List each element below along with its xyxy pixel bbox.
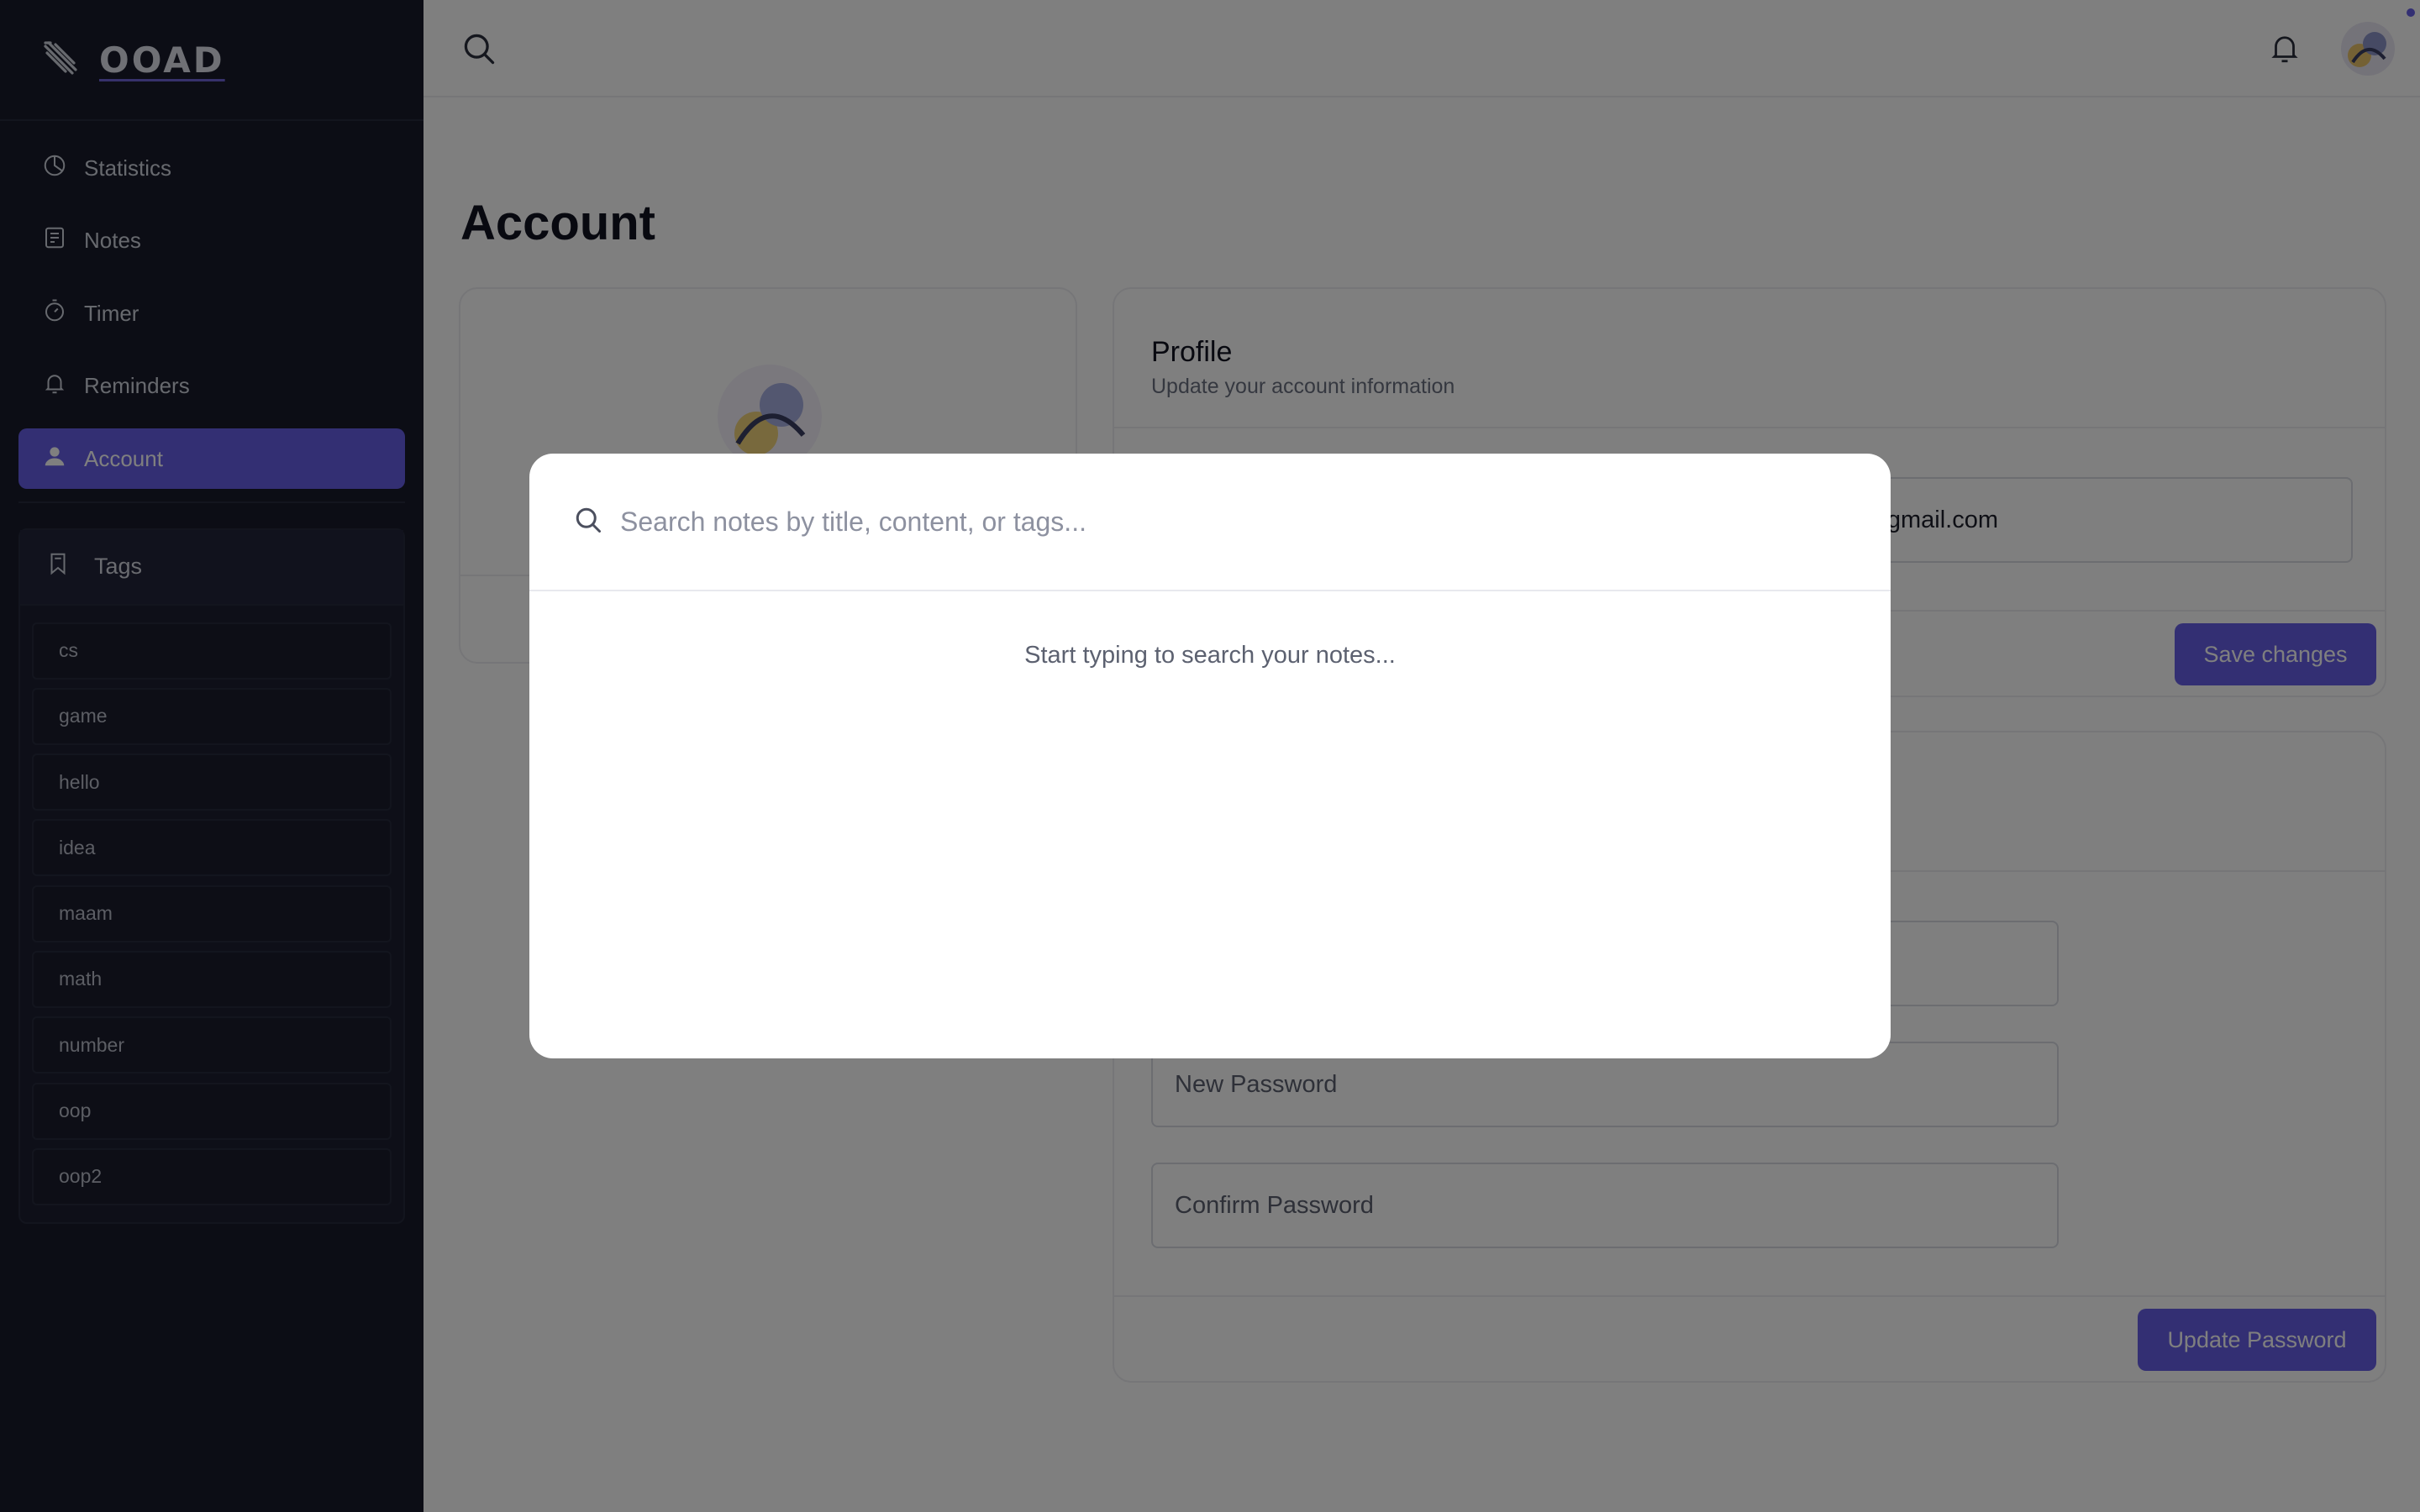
search-empty-state: Start typing to search your notes... (1024, 642, 1396, 669)
search-modal: Start typing to search your notes... (529, 454, 1891, 1058)
search-icon (573, 505, 620, 539)
search-input[interactable] (620, 506, 1797, 538)
search-bar (529, 454, 1891, 591)
